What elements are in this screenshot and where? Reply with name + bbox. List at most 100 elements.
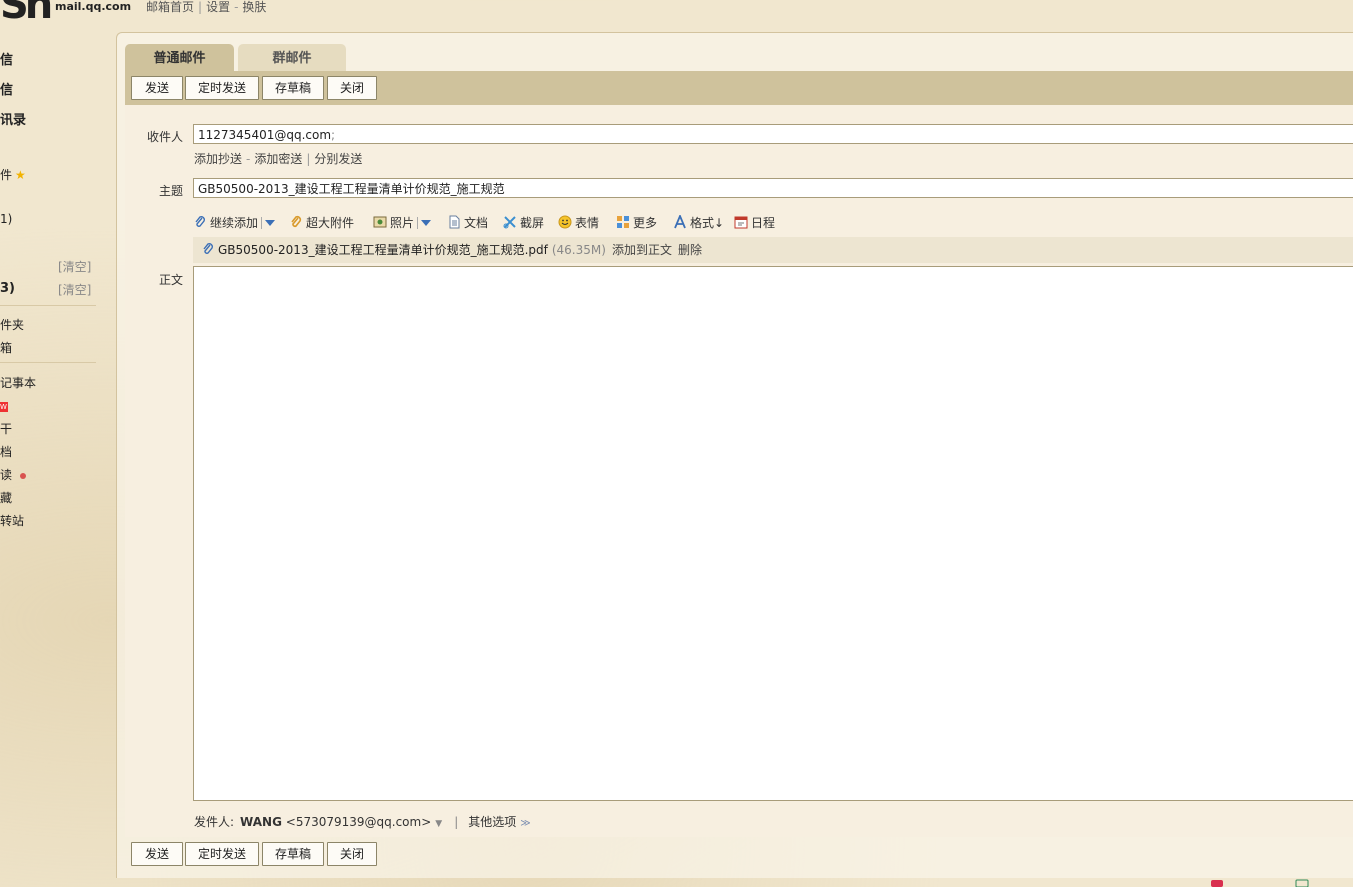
emoji-button[interactable]: 表情 bbox=[558, 214, 599, 231]
link-separator: | bbox=[306, 152, 311, 166]
attachment-size: (46.35M) bbox=[551, 243, 606, 257]
nav-item-contacts[interactable]: 讯录 bbox=[0, 109, 26, 128]
clear-link-2[interactable]: [清空] bbox=[58, 281, 91, 298]
nav-item-notes[interactable]: 记事本 bbox=[0, 374, 36, 391]
attachment-filename: GB50500-2013_建设工程工程量清单计价规范_施工规范.pdf bbox=[218, 243, 548, 257]
recipient-label: 收件人 bbox=[146, 130, 183, 144]
photo-button[interactable]: 照片 bbox=[373, 214, 432, 231]
document-button[interactable]: 文档 bbox=[447, 214, 488, 231]
nav-item-favorites[interactable]: 藏 bbox=[0, 489, 12, 506]
save-draft-button-bottom[interactable]: 存草稿 bbox=[262, 842, 324, 866]
timed-send-button[interactable]: 定时发送 bbox=[185, 76, 259, 100]
clear-link-1[interactable]: [清空] bbox=[58, 258, 91, 275]
close-button[interactable]: 关闭 bbox=[327, 76, 377, 100]
nav-divider bbox=[0, 362, 96, 363]
body-label: 正文 bbox=[158, 273, 183, 287]
nav-item-file-transfer[interactable]: 转站 bbox=[0, 512, 24, 529]
paperclip-icon bbox=[195, 216, 205, 227]
separate-send-link[interactable]: 分别发送 bbox=[314, 152, 362, 166]
sender-email[interactable]: <573079139@qq.com> bbox=[286, 815, 432, 829]
photo-icon bbox=[373, 216, 387, 228]
subject-label: 主题 bbox=[158, 184, 183, 198]
sender-label: 发件人: bbox=[194, 815, 235, 829]
nav-item-trash[interactable]: 3) bbox=[0, 281, 15, 296]
attachment-item: GB50500-2013_建设工程工程量清单计价规范_施工规范.pdf (46.3… bbox=[193, 237, 1353, 263]
bottom-toolbar: 发送 定时发送 存草稿 关闭 bbox=[125, 837, 1353, 871]
recipient-separator: ; bbox=[331, 128, 336, 142]
calendar-icon bbox=[734, 216, 748, 229]
recipient-value: 1127345401@qq.com bbox=[198, 128, 332, 142]
tab-group-mail[interactable]: 群邮件 bbox=[238, 44, 346, 71]
nav-item-cards[interactable]: 干 bbox=[0, 420, 12, 437]
nav-item-docs[interactable]: 档 bbox=[0, 443, 12, 460]
split-divider bbox=[261, 217, 263, 229]
screenshot-button[interactable]: 截屏 bbox=[503, 214, 544, 231]
save-draft-button[interactable]: 存草稿 bbox=[262, 76, 324, 100]
qq-mail-logo[interactable]: Sn bbox=[0, 0, 53, 28]
other-options-link[interactable]: 其他选项 bbox=[468, 815, 516, 829]
nav-item-starred[interactable]: 件 ★ bbox=[0, 166, 26, 183]
continue-add-label: 继续添加 bbox=[210, 216, 259, 230]
nav-item-reading[interactable]: 读 bbox=[0, 466, 27, 483]
send-button-bottom[interactable]: 发送 bbox=[131, 842, 183, 866]
large-attachment-button[interactable]: 超大附件 bbox=[289, 214, 354, 231]
sender-name[interactable]: WANG bbox=[240, 815, 282, 829]
grid-icon bbox=[617, 216, 629, 228]
sender-dropdown-icon[interactable]: ▼ bbox=[435, 819, 442, 829]
sender-row: 发件人: WANG <573079139@qq.com> ▼ | 其他选项 ≫ bbox=[194, 813, 531, 830]
format-label: 格式↓ bbox=[690, 216, 725, 230]
star-icon: ★ bbox=[15, 168, 26, 182]
chevron-down-icon[interactable] bbox=[265, 220, 276, 226]
add-cc-link[interactable]: 添加抄送 bbox=[194, 152, 242, 166]
close-button-bottom[interactable]: 关闭 bbox=[327, 842, 377, 866]
send-button[interactable]: 发送 bbox=[131, 76, 183, 100]
nav-item-write[interactable]: 信 bbox=[0, 49, 13, 68]
recipient-options: 添加抄送 - 添加密送 | 分别发送 bbox=[194, 150, 362, 167]
chevron-down-icon[interactable] bbox=[421, 220, 432, 226]
nav-item-folders[interactable]: 件夹 bbox=[0, 316, 24, 333]
more-button[interactable]: 更多 bbox=[616, 214, 657, 231]
add-bcc-link[interactable]: 添加密送 bbox=[254, 152, 302, 166]
double-chevron-down-icon[interactable]: ≫ bbox=[520, 818, 530, 829]
body-editor[interactable] bbox=[193, 266, 1353, 801]
recipient-input[interactable]: 1127345401@qq.com; bbox=[193, 124, 1353, 144]
bottom-status-icons bbox=[1211, 879, 1309, 887]
tab-normal-mail[interactable]: 普通邮件 bbox=[125, 44, 234, 71]
delete-attachment-link[interactable]: 删除 bbox=[678, 243, 702, 257]
top-links: 邮箱首页 | 设置 - 换肤 bbox=[146, 0, 266, 15]
add-to-body-link[interactable]: 添加到正文 bbox=[612, 243, 672, 257]
skin-link[interactable]: 换肤 bbox=[242, 0, 266, 14]
smiley-icon bbox=[558, 215, 572, 229]
format-button[interactable]: 格式↓ bbox=[673, 214, 724, 231]
settings-link[interactable]: 设置 bbox=[206, 0, 230, 14]
schedule-label: 日程 bbox=[751, 216, 776, 230]
nav-item-other-mailbox[interactable]: 箱 bbox=[0, 339, 12, 356]
scissors-icon bbox=[503, 216, 516, 229]
mailbox-home-link[interactable]: 邮箱首页 bbox=[146, 0, 194, 14]
new-badge: W bbox=[0, 402, 8, 412]
attachment-paperclip-icon bbox=[203, 243, 213, 254]
link-dash: - bbox=[246, 152, 251, 166]
top-link-separator: | bbox=[198, 0, 203, 14]
sender-separator: | bbox=[454, 815, 459, 829]
document-icon bbox=[449, 215, 460, 229]
timed-send-button-bottom[interactable]: 定时发送 bbox=[185, 842, 259, 866]
font-format-icon bbox=[674, 215, 686, 229]
subject-input[interactable]: GB50500-2013_建设工程工程量清单计价规范_施工规范 bbox=[193, 178, 1353, 198]
nav-item-count[interactable]: 1) bbox=[0, 212, 12, 226]
nav-item-reading-label: 读 bbox=[0, 468, 13, 482]
nav-divider bbox=[0, 305, 96, 306]
continue-add-button[interactable]: 继续添加 bbox=[193, 214, 276, 231]
more-label: 更多 bbox=[633, 216, 658, 230]
mail-domain-label: mail.qq.com bbox=[55, 0, 132, 13]
unread-dot-icon bbox=[20, 472, 27, 479]
top-link-dash: - bbox=[234, 0, 239, 14]
emoji-label: 表情 bbox=[575, 216, 600, 230]
screenshot-label: 截屏 bbox=[520, 216, 545, 230]
nav-item-new[interactable]: W bbox=[0, 398, 8, 412]
nav-item-starred-label: 件 bbox=[0, 168, 13, 182]
schedule-button[interactable]: 日程 bbox=[734, 214, 775, 231]
photo-label: 照片 bbox=[390, 216, 415, 230]
large-paperclip-icon bbox=[291, 215, 302, 228]
nav-item-inbox[interactable]: 信 bbox=[0, 79, 13, 98]
